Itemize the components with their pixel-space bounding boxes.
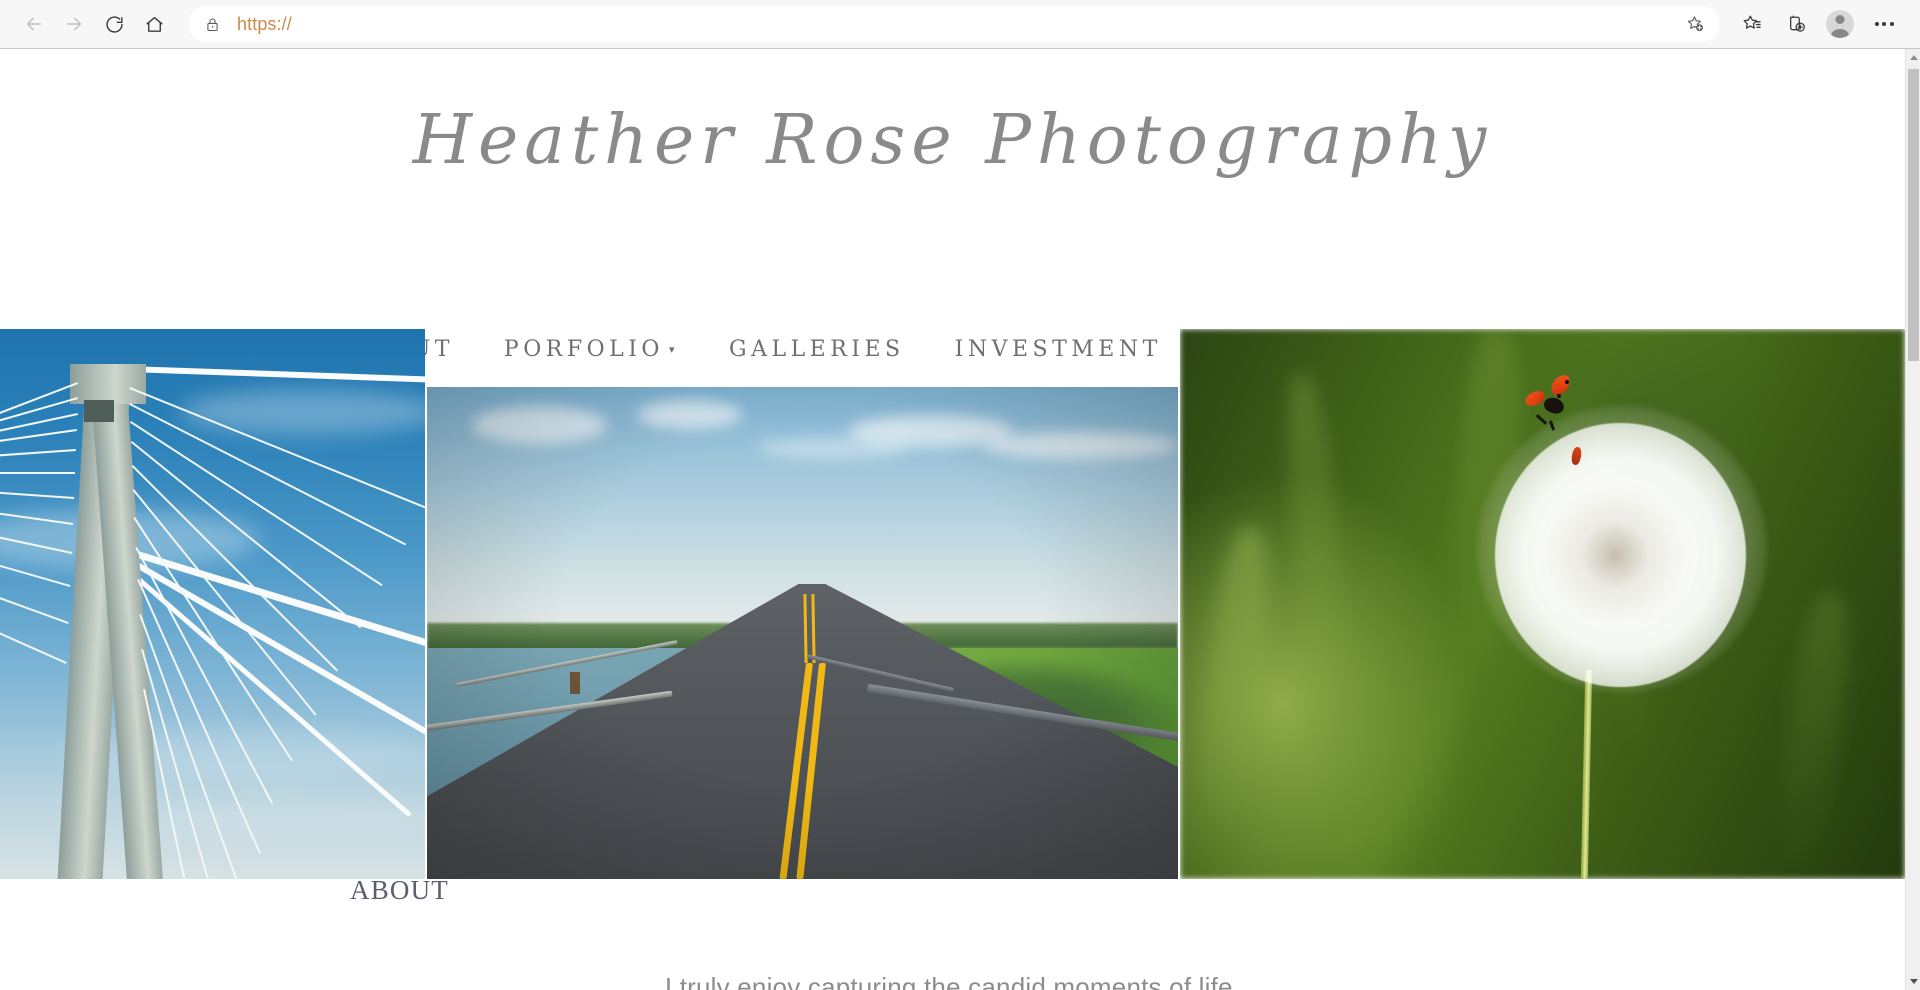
scrollbar-thumb[interactable] [1908,69,1919,361]
cloud-shape [180,389,425,435]
vignette [427,387,1178,879]
arrow-right-icon [66,17,82,31]
refresh-icon [105,15,123,33]
back-button[interactable] [14,4,54,44]
forward-button[interactable] [54,4,94,44]
refresh-button[interactable] [94,4,134,44]
favorites-star-icon [1743,15,1761,29]
home-button[interactable] [134,4,174,44]
scroll-up-button[interactable] [1906,49,1920,66]
home-icon [145,16,163,32]
site-title: Heather Rose Photography [412,101,1493,180]
triangle-down-icon [1909,979,1918,984]
dandelion-photo[interactable] [1180,329,1905,879]
about-heading: ABOUT [350,875,449,905]
favorites-button[interactable] [1730,4,1774,44]
hero-image-strip [0,329,1905,879]
bridge-tower-cap [70,364,146,404]
scroll-down-button[interactable] [1906,973,1920,990]
arrow-left-icon [26,17,42,31]
collections-icon [1790,15,1805,32]
cloud-shape [60,729,425,779]
browser-toolbar: https:// [0,0,1920,49]
about-tagline: I truly enjoy capturing the candid momen… [664,972,1241,990]
page-scrollbar[interactable] [1905,49,1920,990]
address-bar[interactable]: https:// [188,6,1720,42]
add-favorite-button[interactable] [1678,8,1712,40]
star-plus-icon [1687,16,1703,32]
url-input[interactable]: https:// [237,14,1678,35]
lock-icon [204,16,221,33]
bridge-photo[interactable] [0,329,425,879]
collections-button[interactable] [1774,4,1818,44]
road-photo[interactable] [427,387,1178,879]
avatar [1826,10,1854,38]
triangle-up-icon [1909,55,1918,60]
dandelion-seedhead [1495,422,1746,687]
settings-more-button[interactable] [1862,4,1906,44]
profile-button[interactable] [1818,4,1862,44]
ladybug-spot [1557,393,1561,398]
bridge-cable [0,472,75,474]
bridge-tower-window [84,400,114,422]
page-viewport: Heather Rose Photography ABOUT PORFOLIO … [0,49,1905,990]
more-horizontal-icon [1874,22,1894,26]
